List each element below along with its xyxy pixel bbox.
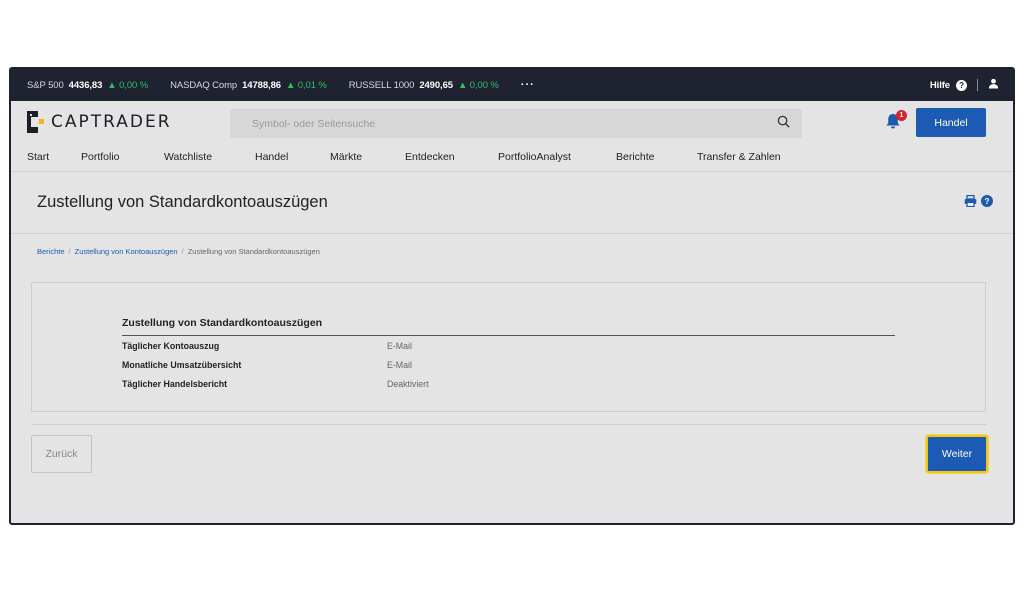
breadcrumb-current: Zustellung von Standardkontoauszügen: [187, 247, 320, 256]
setting-value: Deaktiviert: [387, 378, 429, 389]
main-nav: Start Portfolio Watchliste Handel Märkte…: [11, 143, 1013, 172]
ticker-value: 14788,86: [242, 79, 281, 91]
settings-panel: Zustellung von Standardkontoauszügen Täg…: [31, 282, 986, 412]
ticker-value: 2490,65: [419, 79, 453, 91]
title-actions: ?: [964, 194, 993, 212]
question-circle-icon[interactable]: ?: [956, 79, 967, 91]
search-input[interactable]: [252, 117, 777, 130]
breadcrumb-link-reports[interactable]: Berichte: [37, 247, 65, 256]
nav-item-portfolio[interactable]: Portfolio: [81, 151, 164, 163]
nav-item-trade[interactable]: Handel: [255, 151, 330, 163]
ticker-item[interactable]: RUSSELL 1000 2490,65 ▲ 0,00 %: [349, 80, 499, 91]
app-header: CAPTRADER 1 Handel: [11, 101, 1013, 143]
ticker-change: ▲ 0,01 %: [285, 79, 327, 91]
panel-heading: Zustellung von Standardkontoauszügen: [122, 317, 895, 336]
breadcrumb: Berichte / Zustellung von Kontoauszügen / Zu…: [11, 234, 1013, 274]
ticker-name: NASDAQ Comp: [170, 79, 238, 91]
captrader-logo-mark: [27, 111, 44, 133]
setting-label: Täglicher Kontoauszug: [122, 340, 220, 351]
settings-row: Täglicher Kontoauszug E-Mail: [122, 336, 895, 355]
back-button[interactable]: Zurück: [31, 435, 92, 473]
continue-button[interactable]: Weiter: [926, 435, 988, 473]
app-window: S&P 500 4436,83 ▲ 0,00 % NASDAQ Comp 147…: [9, 67, 1015, 525]
svg-text:?: ?: [984, 196, 989, 206]
ticker-value: 4436,83: [68, 79, 103, 91]
settings-summary: Zustellung von Standardkontoauszügen Täg…: [122, 317, 895, 393]
breadcrumb-separator: /: [181, 247, 184, 256]
ticker-item[interactable]: NASDAQ Comp 14788,86 ▲ 0,01 %: [170, 80, 327, 91]
trade-button[interactable]: Handel: [916, 108, 986, 137]
setting-label: Monatliche Umsatzübersicht: [122, 359, 242, 370]
nav-item-markets[interactable]: Märkte: [330, 151, 405, 163]
nav-item-start[interactable]: Start: [27, 151, 81, 163]
breadcrumb-separator: /: [68, 247, 71, 256]
setting-value: E-Mail: [387, 359, 412, 370]
ticker-name: RUSSELL 1000: [348, 79, 415, 91]
settings-row: Monatliche Umsatzübersicht E-Mail: [122, 355, 895, 374]
page-title-bar: Zustellung von Standardkontoauszügen ?: [11, 172, 1013, 234]
captrader-logo[interactable]: CAPTRADER: [27, 111, 227, 133]
ticker-name: S&P 500: [27, 79, 64, 91]
search-icon[interactable]: [777, 115, 790, 133]
user-icon[interactable]: [988, 78, 999, 92]
nav-item-portfolioanalyst[interactable]: PortfolioAnalyst: [498, 151, 616, 163]
nav-item-reports[interactable]: Berichte: [616, 151, 697, 163]
logo-text: CAPTRADER: [51, 112, 172, 132]
search-bar[interactable]: [230, 109, 802, 138]
more-tickers-button[interactable]: ···: [521, 79, 535, 91]
setting-value: E-Mail: [387, 340, 412, 351]
settings-row: Täglicher Handelsbericht Deaktiviert: [122, 374, 895, 393]
ticker-change: ▲ 0,00 %: [107, 79, 149, 91]
help-circle-icon[interactable]: ?: [981, 194, 993, 212]
ticker-change: ▲ 0,00 %: [457, 79, 499, 91]
divider: [977, 79, 978, 91]
help-link[interactable]: Hilfe: [930, 80, 950, 91]
nav-item-watchlist[interactable]: Watchliste: [164, 151, 255, 163]
print-icon[interactable]: [964, 194, 977, 212]
nav-item-transfer[interactable]: Transfer & Zahlen: [697, 151, 807, 163]
market-ticker-bar: S&P 500 4436,83 ▲ 0,00 % NASDAQ Comp 147…: [11, 69, 1013, 101]
footer-divider: [31, 424, 986, 425]
ticker-item[interactable]: S&P 500 4436,83 ▲ 0,00 %: [27, 80, 148, 91]
notification-badge: 1: [896, 110, 907, 121]
breadcrumb-link-statement-delivery[interactable]: Zustellung von Kontoauszügen: [75, 247, 178, 256]
setting-label: Täglicher Handelsbericht: [122, 378, 228, 389]
page-title: Zustellung von Standardkontoauszügen: [37, 193, 328, 211]
nav-item-discover[interactable]: Entdecken: [405, 151, 498, 163]
